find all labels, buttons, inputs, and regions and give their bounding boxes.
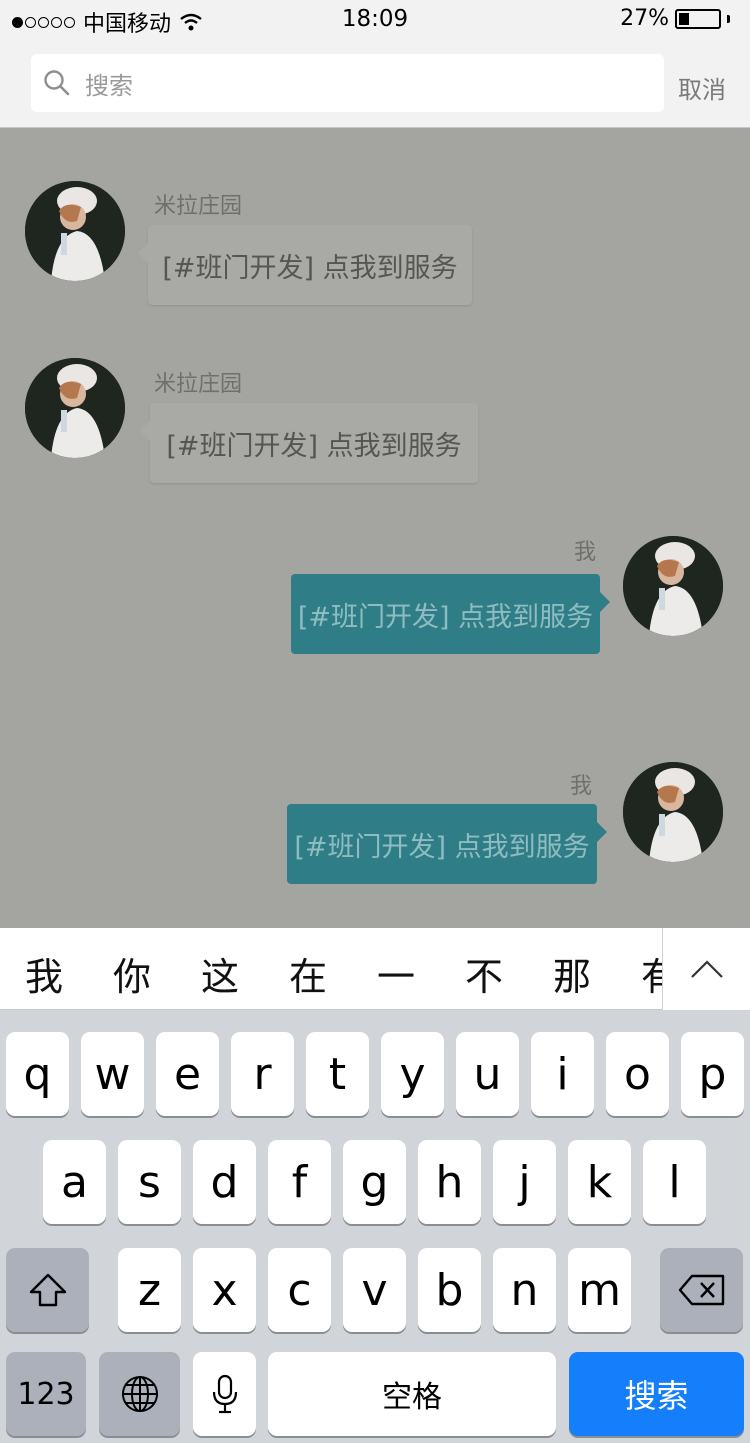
shift-icon <box>29 1273 66 1307</box>
key-w[interactable]: w <box>81 1032 144 1116</box>
message-bubble[interactable]: [#班门开发] 点我到服务 <box>287 804 607 884</box>
dictation-key[interactable] <box>193 1352 256 1436</box>
key-a[interactable]: a <box>43 1140 106 1224</box>
battery-percent: 27% <box>620 6 669 31</box>
key-b[interactable]: b <box>418 1248 481 1332</box>
shift-key[interactable] <box>6 1248 89 1332</box>
candidate-bar: 我 你 这 在 一 不 那 有 <box>0 928 750 1010</box>
sender-name: 米拉庄园 <box>154 194 243 219</box>
key-v[interactable]: v <box>343 1248 406 1332</box>
key-s[interactable]: s <box>118 1140 181 1224</box>
avatar[interactable] <box>623 536 723 636</box>
cancel-button[interactable]: 取消 <box>678 70 726 105</box>
microphone-icon <box>212 1374 237 1414</box>
candidate-word[interactable]: 不 <box>465 946 503 1001</box>
candidate-word[interactable]: 一 <box>377 946 415 1001</box>
message-bubble[interactable]: [#班门开发] 点我到服务 <box>291 574 610 654</box>
key-f[interactable]: f <box>268 1140 331 1224</box>
search-placeholder: 搜索 <box>85 71 133 100</box>
avatar[interactable] <box>25 358 125 458</box>
key-g[interactable]: g <box>343 1140 406 1224</box>
key-l[interactable]: l <box>643 1140 706 1224</box>
search-input[interactable]: 搜索 <box>31 54 664 112</box>
expand-candidates-button[interactable] <box>662 928 750 1010</box>
battery-icon <box>675 8 721 29</box>
status-bar: 中国移动 18:09 27% <box>0 0 750 40</box>
key-d[interactable]: d <box>193 1140 256 1224</box>
key-m[interactable]: m <box>568 1248 631 1332</box>
message-bubble[interactable]: [#班门开发] 点我到服务 <box>138 225 472 305</box>
sender-name: 米拉庄园 <box>154 372 243 397</box>
key-p[interactable]: p <box>681 1032 744 1116</box>
key-n[interactable]: n <box>493 1248 556 1332</box>
key-x[interactable]: x <box>193 1248 256 1332</box>
language-key[interactable] <box>99 1352 180 1436</box>
numbers-key[interactable]: 123 <box>6 1352 86 1436</box>
chevron-up-icon <box>690 960 723 978</box>
avatar[interactable] <box>25 181 125 281</box>
candidate-word[interactable]: 你 <box>113 946 151 1001</box>
key-q[interactable]: q <box>6 1032 69 1116</box>
key-o[interactable]: o <box>606 1032 669 1116</box>
candidate-word[interactable]: 那 <box>553 946 591 1001</box>
candidate-word[interactable]: 我 <box>25 946 63 1001</box>
key-t[interactable]: t <box>306 1032 369 1116</box>
space-key[interactable]: 空格 <box>268 1352 556 1436</box>
candidate-word[interactable]: 这 <box>201 946 239 1001</box>
search-key[interactable]: 搜索 <box>569 1352 744 1436</box>
candidate-word[interactable]: 在 <box>289 946 327 1001</box>
sender-name: 我 <box>574 540 597 565</box>
avatar[interactable] <box>623 762 723 862</box>
chat-history: 米拉庄园 [#班门开发] 点我到服务 米拉庄园 [#班门开发] 点我到服务 我 … <box>0 128 750 928</box>
key-e[interactable]: e <box>156 1032 219 1116</box>
globe-icon <box>121 1376 158 1412</box>
keyboard: q w e r t y u i o p a s d f g h j k l z … <box>0 1010 750 1443</box>
key-j[interactable]: j <box>493 1140 556 1224</box>
delete-key[interactable] <box>660 1248 743 1332</box>
search-bar: 搜索 取消 <box>0 40 750 128</box>
key-c[interactable]: c <box>268 1248 331 1332</box>
key-y[interactable]: y <box>381 1032 444 1116</box>
search-icon <box>44 70 70 96</box>
key-u[interactable]: u <box>456 1032 519 1116</box>
key-k[interactable]: k <box>568 1140 631 1224</box>
sender-name: 我 <box>570 774 593 799</box>
backspace-icon <box>678 1274 724 1306</box>
key-i[interactable]: i <box>531 1032 594 1116</box>
key-r[interactable]: r <box>231 1032 294 1116</box>
key-h[interactable]: h <box>418 1140 481 1224</box>
message-bubble[interactable]: [#班门开发] 点我到服务 <box>140 403 478 483</box>
key-z[interactable]: z <box>118 1248 181 1332</box>
